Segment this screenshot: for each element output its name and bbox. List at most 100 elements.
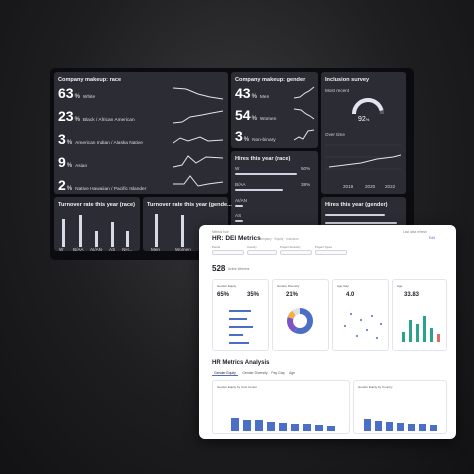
card-title: Inclusion survey: [325, 77, 370, 83]
hire-value: 38%: [301, 182, 311, 187]
hire-bar: [235, 220, 243, 222]
card-title: Gender Equity by Country: [358, 385, 393, 389]
country-bar: [419, 424, 426, 431]
tab-age[interactable]: Age: [287, 370, 297, 376]
gender-row: 3% Non-binary: [235, 128, 276, 144]
light-dashboard: Metrics hub Last data refresh HR: DEI Me…: [199, 225, 456, 439]
hire-label: AS: [235, 213, 242, 218]
stat-value: 2: [58, 177, 66, 193]
trend-sparkline: [293, 108, 315, 120]
seniority-filter[interactable]: [280, 250, 312, 255]
last-refresh: Last data refresh: [403, 230, 427, 234]
breadcrumb[interactable]: Metrics hub: [212, 230, 228, 234]
tab-gender-diversity[interactable]: Gender Diversity: [241, 370, 269, 376]
cost-center-bar: [279, 423, 287, 431]
card-title: Turnover rate this year (race): [58, 202, 135, 208]
turnover-bar: [95, 231, 98, 247]
kpi-value: 33.83: [404, 292, 420, 298]
card-title: Age Gap: [337, 284, 349, 288]
trend-sparkline: [172, 155, 224, 168]
race-row: 63% White: [58, 85, 95, 101]
stat-unit: %: [251, 94, 257, 100]
stat-label: Native Hawaiian / Pacific Islander: [75, 187, 147, 192]
gauge-value: 92: [358, 116, 366, 123]
stat-value: 9: [58, 154, 66, 170]
category-label: Men: [151, 247, 160, 252]
race-row: 9% Asian: [58, 154, 87, 170]
country-chart-card[interactable]: Gender Equity by Country: [353, 380, 447, 434]
project-types-filter[interactable]: [315, 250, 347, 255]
race-row: 2% Native Hawaiian / Pacific Islander: [58, 177, 146, 193]
age-gap-card[interactable]: Age Gap 4.0: [332, 279, 389, 351]
stat-value: 3: [235, 128, 243, 144]
stat-unit: %: [66, 140, 73, 146]
trend-sparkline: [293, 129, 315, 141]
page-title: HR: DEI Metrics: [212, 235, 261, 242]
hire-bar: [235, 173, 297, 175]
gauge-readout: 92%: [358, 116, 369, 123]
company-gender-card[interactable]: Company makeup: gender 43% Men 54% Women 3…: [231, 72, 318, 148]
card-title: Company makeup: gender: [235, 77, 306, 83]
card-title: Hires this year (race): [235, 156, 291, 162]
stat-unit: %: [74, 117, 80, 123]
stat-label: Women: [259, 117, 277, 122]
gender-equity-card[interactable]: Gender Equity 65% 35%: [212, 279, 269, 351]
category-label: W: [59, 247, 64, 252]
gender-row: 54% Women: [235, 107, 276, 123]
gender-row: 43% Men: [235, 85, 269, 101]
race-row: 23% Black / African American: [58, 108, 135, 124]
stat-value: 23: [58, 108, 74, 124]
gender-diversity-card[interactable]: Gender Diversity 21%: [272, 279, 329, 351]
stat-unit: %: [66, 163, 73, 169]
equity-bar: [229, 310, 251, 312]
headline-value: 528: [212, 264, 226, 273]
filter-label: Project Types: [315, 245, 332, 249]
age-card[interactable]: Age 33.83: [392, 279, 447, 351]
race-row: 3% American Indian / Alaska Native: [58, 131, 143, 147]
diversity-donut: [287, 308, 313, 334]
hire-label: B/AA: [235, 182, 246, 187]
kpi-value: 35%: [247, 292, 260, 298]
category-label: Women: [175, 247, 191, 252]
inclusion-survey-card[interactable]: Inclusion survey Most recent 92% Over ti…: [321, 72, 406, 194]
equity-bar: [229, 334, 243, 336]
tab-gender-equity[interactable]: Gender Equity: [212, 370, 238, 376]
company-race-card[interactable]: Company makeup: race 63% White 23% Black /…: [54, 72, 228, 194]
age-gap-scatter: [344, 313, 382, 339]
edit-button[interactable]: Edit: [429, 236, 435, 240]
period-filter[interactable]: [212, 250, 244, 255]
turnover-bar: [181, 215, 184, 247]
over-time-chart: [325, 144, 401, 170]
hire-bar: [235, 205, 243, 207]
year-tick: 2022: [385, 184, 396, 189]
country-filter[interactable]: [247, 250, 277, 255]
cost-center-bar: [315, 425, 323, 431]
turnover-race-card[interactable]: Turnover rate this year (race) W B/AA AI…: [54, 197, 140, 252]
cost-center-bar: [231, 418, 239, 431]
hire-value: 50%: [301, 166, 311, 171]
turnover-bar: [111, 222, 114, 247]
hire-label: W: [235, 166, 240, 171]
tab-pay-gap[interactable]: Pay Gap: [271, 370, 285, 376]
card-title: Turnover rate this year (gende...: [147, 202, 232, 208]
stat-unit: %: [243, 137, 250, 143]
stat-unit: %: [251, 116, 257, 122]
hire-label: AI/AN: [235, 198, 247, 203]
stat-value: 43: [235, 85, 251, 101]
country-bar: [397, 423, 404, 431]
stat-unit: %: [66, 186, 73, 192]
age-bar: [402, 332, 405, 342]
age-bar: [423, 316, 426, 342]
hire-bar: [325, 222, 397, 224]
most-recent-label: Most recent: [325, 88, 349, 93]
filter-label: Period: [212, 245, 221, 249]
country-bar: [375, 421, 382, 431]
card-title: Gender Diversity: [277, 284, 300, 288]
category-label: AI/AN: [90, 247, 102, 252]
country-bar: [430, 425, 437, 431]
cost-center-chart-card[interactable]: Gender Equity by Cost Center: [212, 380, 350, 434]
trend-sparkline: [172, 136, 224, 144]
equity-bar: [229, 342, 249, 344]
headline-label: Active Workers: [228, 267, 250, 271]
card-title: Company makeup: race: [58, 77, 122, 83]
